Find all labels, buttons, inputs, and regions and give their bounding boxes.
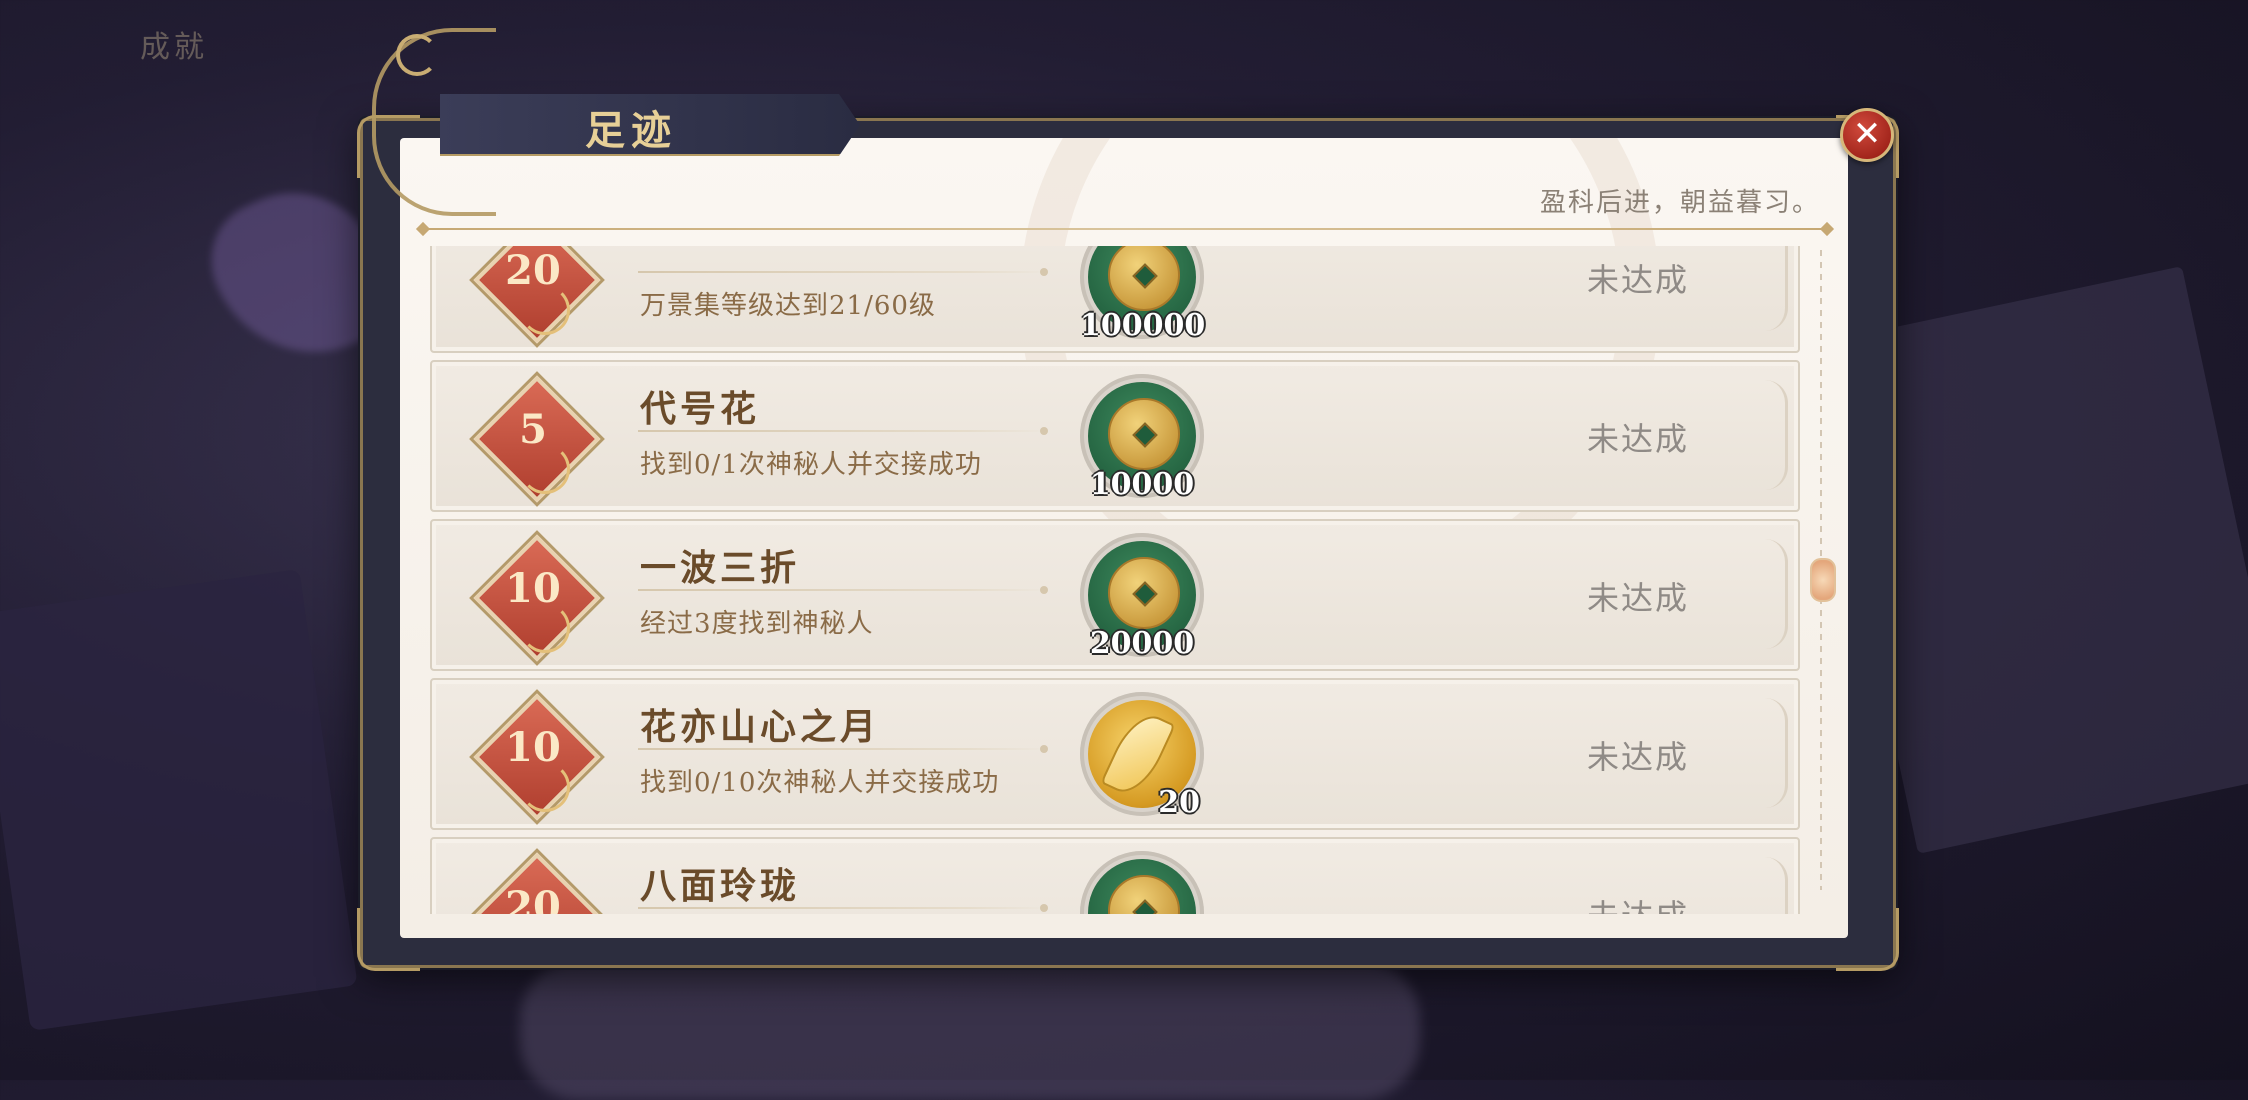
achievement-status: 未达成 [1587, 738, 1690, 776]
level-badge-icon: 20 [473, 852, 601, 914]
achievement-description: 万景集等级达到21/60级 [640, 291, 936, 321]
achievement-row[interactable]: 10 花亦山心之月 找到0/10次神秘人并交接成功 20 未达成 [430, 678, 1800, 830]
achievement-title: 花亦山心之月 [640, 706, 881, 748]
achievement-description: 经过3度找到神秘人 [640, 609, 874, 639]
level-badge-icon: 5 [473, 375, 601, 503]
achievement-list[interactable]: 20 万景集等级达到21/60级 100000 未达成 5 代号花 找到0/1次… [430, 246, 1800, 914]
reward-amount: 10000 [1089, 467, 1195, 502]
achievement-description: 找到0/1次神秘人并交接成功 [640, 450, 982, 480]
row-divider [638, 904, 1048, 912]
badge-level: 20 [505, 883, 561, 914]
row-divider [638, 745, 1048, 753]
achievement-title: 代号花 [640, 388, 761, 430]
scrollbar-thumb[interactable] [1810, 558, 1836, 602]
background-page-title: 成就 [140, 30, 208, 65]
level-badge-icon: 10 [473, 693, 601, 821]
achievement-status: 未达成 [1587, 261, 1690, 299]
achievement-row[interactable]: 20 八面玲珑 完成雅集交际任务15/50次 50000 未达成 [430, 837, 1800, 914]
row-divider [638, 586, 1048, 594]
achievement-status: 未达成 [1587, 420, 1690, 458]
achievement-row[interactable]: 20 万景集等级达到21/60级 100000 未达成 [430, 246, 1800, 353]
reward-item[interactable]: 50000 [1080, 851, 1204, 914]
achievement-title: 八面玲珑 [640, 865, 801, 907]
achievement-status: 未达成 [1587, 891, 1689, 914]
header-divider [420, 228, 1830, 230]
background-tray [520, 960, 1420, 1100]
achievement-row[interactable]: 10 一波三折 经过3度找到神秘人 20000 未达成 [430, 519, 1800, 671]
level-badge-icon: 20 [473, 246, 601, 344]
achievement-title: 一波三折 [640, 547, 801, 589]
achievement-description: 找到0/10次神秘人并交接成功 [640, 768, 1000, 798]
close-button[interactable]: ✕ [1840, 108, 1894, 162]
reward-amount: 100000 [1080, 308, 1206, 343]
achievement-row[interactable]: 5 代号花 找到0/1次神秘人并交接成功 10000 未达成 [430, 360, 1800, 512]
row-divider [638, 268, 1048, 276]
coin-icon [1108, 398, 1180, 470]
background-book [0, 569, 358, 1031]
reward-item[interactable]: 10000 [1080, 374, 1204, 502]
reward-item[interactable]: 20 [1080, 692, 1204, 820]
level-badge-icon: 10 [473, 534, 601, 662]
coin-icon [1108, 557, 1180, 629]
panel-motto: 盈科后进，朝益暮习。 [1540, 188, 1821, 218]
reward-amount: 20 [1158, 785, 1200, 820]
reward-item[interactable]: 20000 [1080, 533, 1204, 661]
reward-item[interactable]: 100000 [1080, 246, 1205, 343]
reward-amount: 20000 [1089, 626, 1195, 661]
achievement-status: 未达成 [1587, 579, 1690, 617]
row-divider [638, 427, 1048, 435]
crescent-moon-icon [396, 34, 438, 76]
panel-title: 足迹 [585, 107, 677, 154]
